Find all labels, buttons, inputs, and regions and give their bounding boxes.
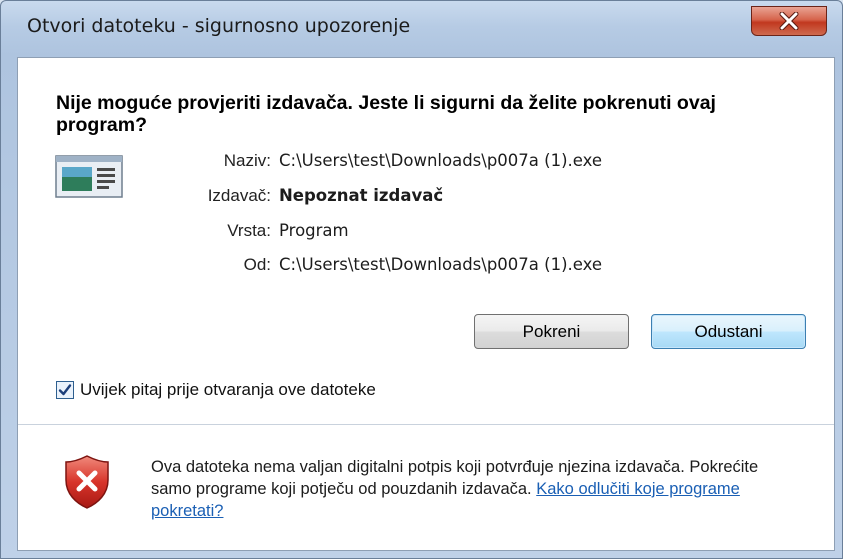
unsigned-warning-text: Ova datoteka nema valjan digitalni potpi… [151, 456, 791, 522]
close-icon [752, 7, 826, 35]
window-title: Otvori datoteku - sigurnosno upozorenje [27, 15, 411, 37]
security-warning-dialog: Otvori datoteku - sigurnosno upozorenje … [0, 0, 843, 559]
section-divider [18, 424, 834, 425]
type-label: Vrsta: [227, 221, 271, 240]
cancel-button[interactable]: Odustani [651, 314, 806, 349]
warning-heading: Nije moguće provjeriti izdavača. Jeste l… [56, 92, 716, 136]
checkmark-icon [58, 384, 72, 396]
name-value: C:\Users\test\Downloads\p007a (1).exe [279, 151, 603, 170]
dialog-content: Nije moguće provjeriti izdavača. Jeste l… [17, 57, 835, 551]
close-button[interactable] [751, 6, 827, 36]
from-label: Od: [243, 255, 271, 274]
program-window-icon [55, 155, 123, 198]
publisher-label: Izdavač: [207, 186, 271, 205]
type-value: Program [279, 221, 349, 240]
title-bar[interactable]: Otvori datoteku - sigurnosno upozorenje [1, 1, 842, 57]
always-ask-checkbox[interactable] [56, 381, 74, 399]
name-label: Naziv: [223, 151, 271, 170]
always-ask-label[interactable]: Uvijek pitaj prije otvaranja ove datotek… [80, 380, 376, 400]
from-value: C:\Users\test\Downloads\p007a (1).exe [279, 255, 603, 274]
publisher-value: Nepoznat izdavač [279, 186, 444, 205]
run-button[interactable]: Pokreni [474, 314, 629, 349]
shield-error-icon [64, 454, 110, 510]
